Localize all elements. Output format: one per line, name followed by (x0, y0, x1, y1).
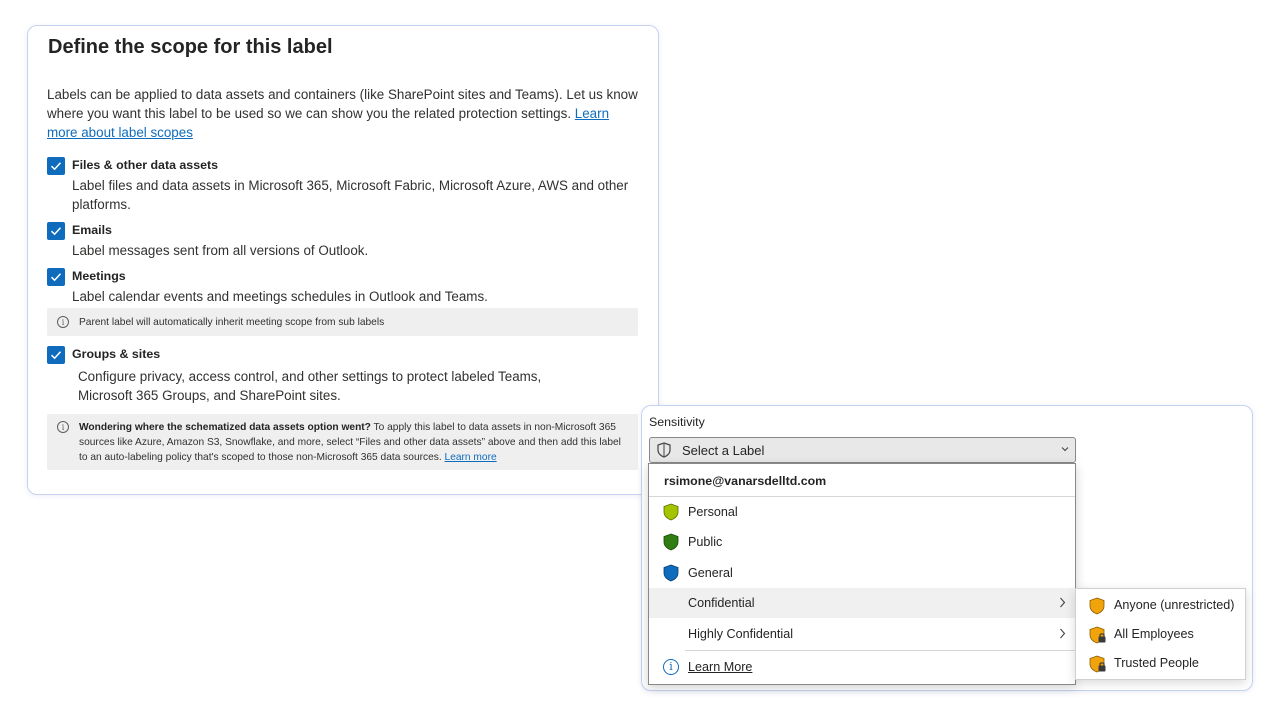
menu-item-label: General (688, 566, 733, 580)
page-title: Define the scope for this label (48, 36, 333, 58)
shield-lock-icon (1089, 626, 1106, 644)
scope-card: Define the scope for this label Labels c… (27, 25, 659, 495)
groups-sites-checkbox[interactable] (47, 346, 65, 364)
menu-item-personal[interactable]: Personal (649, 497, 1075, 527)
meeting-info-text: Parent label will automatically inherit … (79, 317, 385, 328)
menu-item-learn-more[interactable]: i Learn More (649, 652, 1075, 682)
option-title: Meetings (72, 269, 126, 283)
option-title: Groups & sites (72, 347, 161, 361)
scope-description-text: Labels can be applied to data assets and… (47, 87, 638, 121)
label-menu: rsimone@vanarsdelltd.com Personal Public… (648, 463, 1076, 685)
menu-item-confidential[interactable]: Confidential (649, 588, 1075, 618)
shield-icon (1089, 597, 1105, 615)
scope-description: Labels can be applied to data assets and… (47, 85, 642, 142)
submenu-item-label: Trusted People (1114, 656, 1199, 670)
option-description: Label calendar events and meetings sched… (72, 289, 488, 304)
learn-more-label: Learn More (688, 660, 753, 674)
meetings-checkbox[interactable] (47, 268, 65, 286)
checkmark-icon (50, 162, 62, 171)
confidential-submenu: Anyone (unrestricted) All Employees Trus… (1075, 588, 1246, 680)
schema-info-heading: Wondering where the schematized data ass… (79, 422, 371, 433)
option-description: Label files and data assets in Microsoft… (72, 178, 629, 212)
submenu-item-anyone[interactable]: Anyone (unrestricted) (1076, 591, 1245, 620)
schema-info-bar: i Wondering where the schematized data a… (47, 414, 638, 470)
menu-item-label: Highly Confidential (688, 627, 794, 641)
checkmark-icon (50, 273, 62, 282)
shield-icon (663, 533, 679, 551)
sensitivity-label: Sensitivity (649, 415, 705, 429)
checkmark-icon (50, 351, 62, 360)
chevron-right-icon (1060, 597, 1066, 608)
shield-lock-icon (1089, 655, 1106, 673)
info-icon: i (57, 316, 69, 328)
schema-info-text: Wondering where the schematized data ass… (79, 420, 629, 465)
chevron-down-icon (1061, 447, 1069, 452)
shield-outline-icon (657, 442, 671, 458)
checkmark-icon (50, 227, 62, 236)
menu-item-highly-confidential[interactable]: Highly Confidential (649, 619, 1075, 649)
menu-item-label: Personal (688, 505, 738, 519)
submenu-item-label: Anyone (unrestricted) (1114, 598, 1235, 612)
menu-item-label: Public (688, 535, 723, 549)
account-email: rsimone@vanarsdelltd.com (664, 474, 827, 488)
shield-icon (663, 503, 679, 521)
info-icon: i (57, 421, 69, 433)
emails-checkbox[interactable] (47, 222, 65, 240)
select-label-text: Select a Label (682, 443, 765, 458)
chevron-right-icon (1060, 628, 1066, 639)
submenu-item-trusted-people[interactable]: Trusted People (1076, 649, 1245, 678)
files-checkbox[interactable] (47, 157, 65, 175)
option-description: Label messages sent from all versions of… (72, 243, 369, 258)
option-description: Configure privacy, access control, and o… (78, 369, 542, 403)
schema-learn-more-link[interactable]: Learn more (445, 452, 497, 463)
option-title: Files & other data assets (72, 158, 218, 172)
option-title: Emails (72, 223, 112, 237)
sensitivity-dropdown[interactable]: Select a Label (649, 437, 1076, 463)
info-icon: i (663, 659, 679, 675)
menu-divider (685, 650, 1075, 651)
submenu-item-all-employees[interactable]: All Employees (1076, 620, 1245, 649)
menu-item-label: Confidential (688, 596, 755, 610)
meeting-info-bar: i Parent label will automatically inheri… (47, 308, 638, 336)
submenu-item-label: All Employees (1114, 627, 1194, 641)
menu-item-general[interactable]: General (649, 558, 1075, 588)
shield-icon (663, 564, 679, 582)
menu-item-public[interactable]: Public (649, 527, 1075, 557)
